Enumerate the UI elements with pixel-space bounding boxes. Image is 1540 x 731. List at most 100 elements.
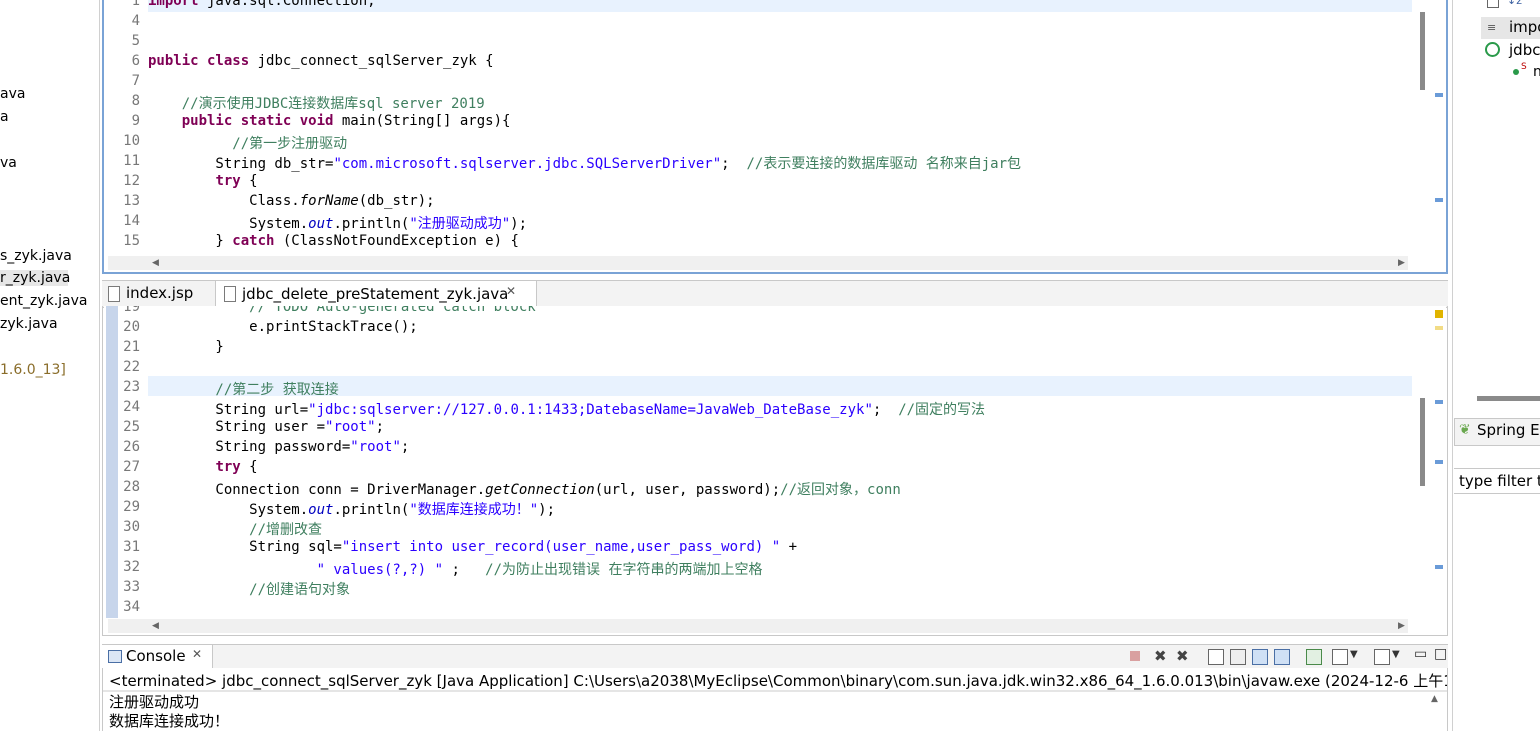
line-number: 12 bbox=[123, 173, 140, 189]
code-token: public class bbox=[148, 53, 250, 69]
close-console-icon[interactable]: ✕ bbox=[192, 647, 202, 661]
imports-icon: ≡ bbox=[1487, 21, 1497, 34]
code-token: //表示要连接的数据库驱动 名称来自jar包 bbox=[746, 156, 1022, 172]
package-explorer-item[interactable]: s_zyk.java bbox=[0, 248, 72, 264]
sort-icon[interactable]: ↓z bbox=[1507, 0, 1522, 7]
code-token: main(String[] args){ bbox=[333, 113, 511, 129]
package-explorer-border bbox=[99, 0, 100, 731]
package-explorer-item[interactable]: ava bbox=[0, 86, 25, 102]
tab-active-file-label: jdbc_delete_preStatement_zyk.java bbox=[242, 285, 509, 303]
outline-panel: ↓z ≡ impo jdbc S n bbox=[1452, 0, 1540, 410]
clear-console-icon[interactable] bbox=[1208, 649, 1224, 665]
java-file-icon bbox=[224, 286, 236, 302]
top-editor[interactable]: 1 import java.sql.Connection; 4 5 6 public cl… bbox=[104, 0, 1446, 254]
top-hscrollbar[interactable]: ◀ ▶ bbox=[108, 256, 1408, 270]
code-token: .println( bbox=[333, 216, 410, 232]
code-line[interactable]: System.out.println("注册驱动成功"); bbox=[148, 213, 527, 233]
line-number: 14 bbox=[123, 213, 140, 229]
display-console-icon[interactable] bbox=[1332, 649, 1348, 665]
console-icon bbox=[108, 650, 122, 663]
close-tab-icon[interactable]: ✕ bbox=[506, 284, 516, 298]
collapse-all-icon[interactable] bbox=[1487, 0, 1499, 8]
console-tab-bar: Console ✕ ✖ ✖ ▼ ▼ ▭ □ bbox=[102, 644, 1448, 670]
spring-filter-input[interactable]: type filter t bbox=[1454, 468, 1540, 494]
code-token: out bbox=[308, 216, 334, 232]
code-token: catch bbox=[232, 233, 275, 249]
remove-all-icon[interactable]: ✖ bbox=[1176, 647, 1189, 665]
code-token: String db_str= bbox=[148, 156, 334, 172]
code-line[interactable]: //演示使用JDBC连接数据库sql server 2019 bbox=[148, 93, 485, 113]
line-number: 9 bbox=[131, 113, 140, 129]
word-wrap-icon[interactable] bbox=[1252, 649, 1268, 665]
spring-explorer-tab[interactable]: ❦ Spring Ex bbox=[1454, 418, 1540, 446]
code-line[interactable]: public static void main(String[] args){ bbox=[148, 113, 511, 129]
console-status: <terminated> jdbc_connect_sqlServer_zyk … bbox=[109, 672, 1448, 690]
code-line[interactable]: //第一步注册驱动 bbox=[148, 133, 347, 153]
package-explorer-item[interactable]: zyk.java bbox=[0, 316, 58, 332]
package-explorer-item[interactable]: r_zyk.java bbox=[0, 270, 70, 286]
scroll-lock-icon[interactable] bbox=[1230, 649, 1246, 665]
top-overview-ruler bbox=[1416, 0, 1446, 254]
scroll-left-icon[interactable]: ◀ bbox=[152, 258, 159, 268]
code-token: import bbox=[148, 0, 199, 9]
code-line[interactable]: try { bbox=[148, 173, 258, 189]
scroll-right-icon[interactable]: ▶ bbox=[1398, 258, 1405, 268]
code-token: public static void bbox=[181, 113, 334, 129]
outline-item-method-label: n bbox=[1533, 64, 1540, 80]
code-token: Class. bbox=[148, 193, 300, 209]
line-number: 10 bbox=[123, 133, 140, 149]
tab-console-label: Console bbox=[126, 647, 186, 665]
remove-launch-icon[interactable]: ✖ bbox=[1154, 647, 1167, 665]
outline-hscrollbar[interactable] bbox=[1477, 396, 1540, 401]
line-number: 13 bbox=[123, 193, 140, 209]
code-line[interactable]: public class jdbc_connect_sqlServer_zyk … bbox=[148, 53, 494, 69]
chevron-down-icon[interactable]: ▼ bbox=[1350, 649, 1358, 660]
package-explorer-item[interactable]: 1.6.0_13] bbox=[0, 362, 66, 378]
code-line[interactable]: } catch (ClassNotFoundException e) { bbox=[148, 233, 518, 249]
package-explorer-item[interactable]: a bbox=[0, 109, 9, 125]
package-explorer-item[interactable]: ent_zyk.java bbox=[0, 293, 88, 309]
tab-active-file[interactable]: jdbc_delete_preStatement_zyk.java ✕ bbox=[215, 280, 537, 308]
console-body[interactable]: <terminated> jdbc_connect_sqlServer_zyk … bbox=[102, 668, 1448, 731]
code-line[interactable]: Class.forName(db_str); bbox=[148, 193, 435, 209]
tab-console[interactable]: Console ✕ bbox=[102, 645, 213, 669]
outline-item-imports[interactable]: ≡ impo bbox=[1481, 17, 1540, 39]
editor-tab-bar: index.jsp jdbc_delete_preStatement_zyk.j… bbox=[102, 280, 1448, 308]
code-token: try bbox=[215, 173, 241, 189]
package-explorer: ava a va s_zyk.java r_zyk.java ent_zyk.java zy… bbox=[0, 0, 100, 731]
code-token: //第一步注册驱动 bbox=[148, 136, 348, 152]
line-number: 11 bbox=[123, 153, 140, 169]
chevron-down-icon[interactable]: ▼ bbox=[1392, 649, 1400, 660]
outline-item-method[interactable]: S n bbox=[1509, 62, 1540, 82]
scroll-up-icon[interactable]: ▲ bbox=[1431, 694, 1438, 704]
occurrence-marker[interactable] bbox=[1435, 93, 1443, 97]
terminate-icon[interactable] bbox=[1130, 651, 1140, 661]
code-token: ); bbox=[510, 216, 528, 232]
line-number: 8 bbox=[131, 93, 140, 109]
console-vscroll[interactable]: ▲ bbox=[1425, 692, 1445, 731]
open-console-icon[interactable] bbox=[1374, 649, 1390, 665]
code-token: "注册驱动成功" bbox=[409, 216, 511, 232]
console-toolbar: ✖ ✖ ▼ ▼ ▭ □ bbox=[1122, 646, 1448, 666]
show-on-output-icon[interactable] bbox=[1274, 649, 1290, 665]
tab-index-jsp[interactable]: index.jsp bbox=[102, 281, 214, 307]
top-vscroll-thumb[interactable] bbox=[1420, 12, 1425, 90]
code-token: { bbox=[240, 173, 258, 189]
class-icon bbox=[1485, 42, 1500, 57]
occurrence-marker[interactable] bbox=[1435, 198, 1443, 202]
pin-console-icon[interactable] bbox=[1306, 649, 1322, 665]
code-line[interactable]: import java.sql.Connection; bbox=[148, 0, 376, 9]
line-number: 5 bbox=[131, 33, 140, 49]
code-token: "com.microsoft.sqlserver.jdbc.SQLServerD… bbox=[333, 156, 722, 172]
console-hscrollbar[interactable] bbox=[103, 690, 1447, 692]
outline-item-class[interactable]: jdbc bbox=[1481, 40, 1540, 62]
line-number: 7 bbox=[131, 73, 140, 89]
code-token: (db_str); bbox=[358, 193, 435, 209]
line-number: 1 bbox=[131, 0, 140, 9]
minimize-icon[interactable]: ▭ bbox=[1414, 646, 1427, 662]
spring-filter-placeholder: type filter t bbox=[1459, 472, 1540, 490]
code-line[interactable]: String db_str="com.microsoft.sqlserver.j… bbox=[148, 153, 1021, 173]
code-token: System. bbox=[148, 216, 309, 232]
package-explorer-item[interactable]: va bbox=[0, 155, 17, 171]
maximize-icon[interactable]: □ bbox=[1434, 646, 1447, 662]
